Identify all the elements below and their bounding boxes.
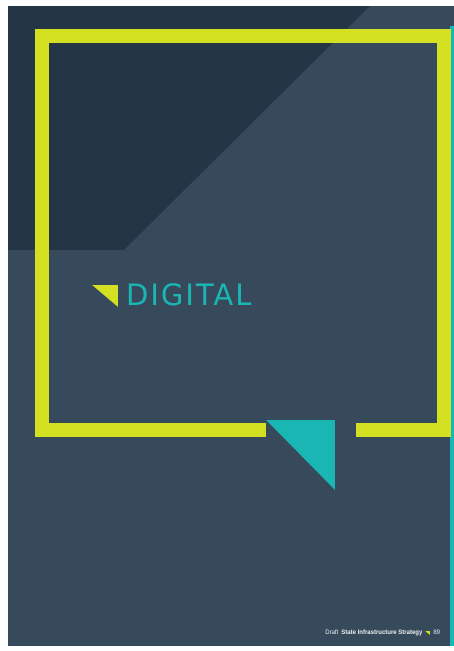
page-number: 89 <box>433 630 440 636</box>
triangle-marker-icon <box>425 631 431 635</box>
section-cover: DIGITAL Draft State Infrastructure Strat… <box>8 6 454 646</box>
cover-artwork <box>8 6 454 646</box>
section-title: DIGITAL <box>126 278 254 312</box>
footer-document-title: State Infrastructure Strategy <box>341 630 423 636</box>
section-heading: DIGITAL <box>92 281 253 310</box>
document-page: DIGITAL Draft State Infrastructure Strat… <box>0 0 454 651</box>
triangle-marker-icon <box>92 284 118 307</box>
footer-prefix: Draft <box>325 630 339 636</box>
page-footer: Draft State Infrastructure Strategy 89 <box>325 630 440 636</box>
